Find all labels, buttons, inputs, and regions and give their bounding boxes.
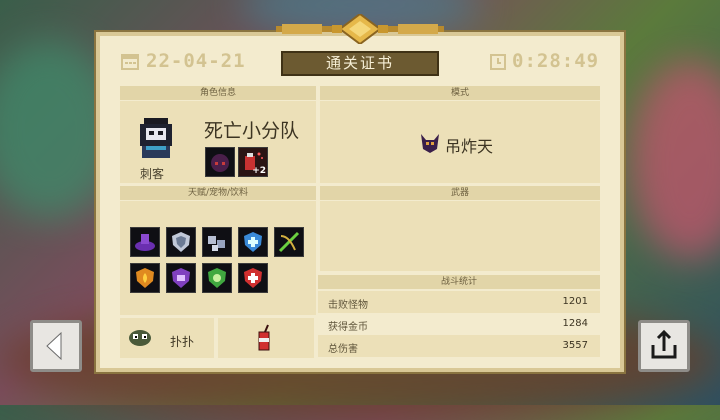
stat-value: 1284 [562,318,588,329]
stat-value: 1201 [562,296,588,307]
item-count-badge: +2 [252,166,266,176]
stat-label: 获得金币 [328,322,368,333]
back-arrow-icon [46,331,62,361]
blue-shield-icon[interactable] [238,227,268,257]
page-title: 通关证书 [281,51,439,76]
team-name: 死亡小分队 [204,120,300,142]
mode-name: 吊炸天 [445,137,494,156]
date-text: 22-04-21 [146,50,246,72]
purple-cape-icon[interactable] [130,227,160,257]
pet-icon[interactable] [127,326,153,348]
time-text: 0:28:49 [512,50,600,72]
talents-header: 天赋/宠物/饮料 [120,186,316,200]
potion-item-icon[interactable]: +2 [238,147,268,177]
silver-shield-icon[interactable] [166,227,196,257]
class-name: 刺客 [140,167,165,181]
green-shield-icon[interactable] [202,263,232,293]
drink-can-icon[interactable] [256,324,272,352]
demon-mode-icon [421,134,439,153]
stat-row-damage: 总伤害 3557 [318,335,600,357]
share-icon [651,329,677,359]
calendar-icon [121,54,139,70]
weapon-header: 武器 [320,186,600,200]
fire-shield-icon[interactable] [130,263,160,293]
stat-value: 3557 [562,340,588,351]
purple-shield-icon[interactable] [166,263,196,293]
background-decor [630,60,720,260]
battle-stats-header: 战斗统计 [318,275,600,289]
clock-icon [490,54,506,70]
green-bow-icon[interactable] [274,227,304,257]
weapon-panel [320,201,600,271]
stat-label: 击败怪物 [328,300,368,311]
mode-header: 模式 [320,86,600,100]
crest-ornament-icon [276,14,444,44]
stat-row-gold: 获得金币 1284 [318,313,600,335]
pet-name: 扑扑 [170,335,195,349]
share-button[interactable] [638,320,690,372]
stat-label: 总伤害 [328,344,358,355]
back-button[interactable] [30,320,82,372]
character-info-header: 角色信息 [120,86,316,100]
stat-row-kills: 击败怪物 1201 [318,291,600,313]
hooded-skill-icon[interactable] [205,147,235,177]
assassin-portrait [140,118,172,158]
heal-shield-icon[interactable] [238,263,268,293]
silver-ore-icon[interactable] [202,227,232,257]
